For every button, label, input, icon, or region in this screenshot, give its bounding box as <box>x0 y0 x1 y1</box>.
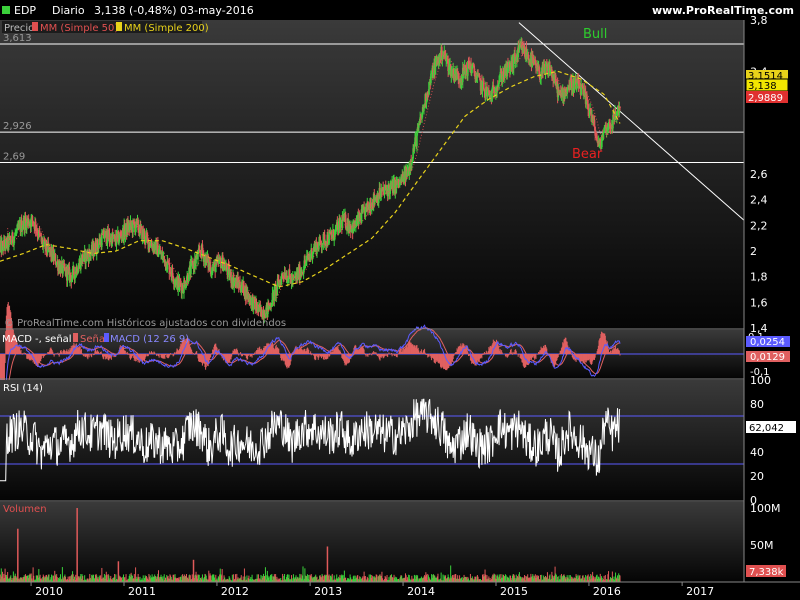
x-tick-label: 2010 <box>35 585 63 598</box>
price-tick-label: 2,4 <box>750 194 768 207</box>
candle-body <box>482 80 485 90</box>
price-tick-label: 2,2 <box>750 219 768 232</box>
volume-tick-label: 100M <box>750 502 781 515</box>
price-panel <box>0 20 744 328</box>
bull-annotation: Bull <box>583 27 607 42</box>
candle-body <box>619 106 621 109</box>
legend-macd-swatch <box>104 333 109 342</box>
ma200-badge: 2,9889 <box>748 93 783 104</box>
rsi-tick-label: 40 <box>750 446 764 459</box>
candle-body <box>13 235 16 238</box>
legend-ma50-swatch <box>32 22 38 31</box>
price-legend: Precio MM (Simple 50) MM (Simple 200) <box>2 21 209 34</box>
x-tick-label: 2015 <box>500 585 528 598</box>
x-tick-label: 2013 <box>314 585 342 598</box>
candle-body <box>288 269 291 276</box>
candle-body <box>39 232 41 236</box>
signal-badge: 0,0129 <box>750 352 785 363</box>
candle-body <box>146 237 149 239</box>
candle-body <box>31 215 34 221</box>
x-tick-label: 2011 <box>128 585 156 598</box>
legend-price: Precio <box>4 23 34 34</box>
legend-macd-title: MACD <box>2 334 32 345</box>
chart-window: EDP Diario 3,138 (-0,48%) 03-may-2016 ww… <box>0 0 800 600</box>
legend-ma200: MM (Simple 200) <box>124 23 209 34</box>
price-tick-label: 1,6 <box>750 296 768 309</box>
bear-annotation: Bear <box>572 147 603 162</box>
macd-tick-bottom: -0,1 <box>750 367 770 378</box>
rsi-legend: RSI (14) <box>3 383 43 394</box>
price-badge: 3,138 <box>748 81 777 92</box>
volume-tick-label: 50M <box>750 539 774 552</box>
volume-panel <box>0 502 744 582</box>
volume-legend: Volumen <box>3 504 47 515</box>
price-tick-label: 3,8 <box>750 14 768 27</box>
candle-body <box>34 221 37 231</box>
price-tick-label: 2,6 <box>750 168 768 181</box>
price-chart[interactable]: 3,6132,9262,69 3,83,42,62,42,221,81,61,4… <box>0 0 800 600</box>
legend-ma50: MM (Simple 50) <box>40 23 118 34</box>
x-tick-label: 2017 <box>686 585 714 598</box>
price-tick-label: 1,8 <box>750 271 768 284</box>
legend-signal-swatch <box>73 333 78 342</box>
candle-body <box>602 132 605 138</box>
macd-legend: MACD -, señal Señal MACD (12 26 9) <box>2 333 189 345</box>
legend-ma200-swatch <box>116 22 122 31</box>
rsi-tick-label: 80 <box>750 398 764 411</box>
price-badges: 3,1514 3,138 2,9889 <box>745 70 789 104</box>
legend-macd: MACD (12 26 9) <box>110 334 189 345</box>
candle-body <box>103 237 106 239</box>
macd-axis: 0,1 0,0254 0,0129 -0,1 <box>746 332 790 378</box>
candle-body <box>430 73 432 84</box>
support-line-label: 3,613 <box>3 33 32 44</box>
macd-badge: 0,0254 <box>750 337 785 348</box>
rsi-badge: 62,042 <box>749 423 784 434</box>
x-tick-label: 2012 <box>221 585 249 598</box>
candle-body <box>558 89 560 91</box>
rsi-tick-label: 20 <box>750 470 764 483</box>
volume-badge: 7,338k <box>749 567 784 578</box>
legend-macd-sep: -, señal <box>35 334 72 345</box>
support-line-label: 2,926 <box>3 121 32 132</box>
x-tick-label: 2014 <box>407 585 435 598</box>
support-line-label: 2,69 <box>3 151 25 162</box>
legend-signal: Señal <box>80 334 108 345</box>
candle-body <box>163 256 166 260</box>
candle-body <box>101 234 103 247</box>
price-tick-label: 2 <box>750 245 757 258</box>
x-tick-label: 2016 <box>593 585 621 598</box>
candle-body <box>240 288 243 293</box>
candle-body <box>593 119 596 128</box>
candle-body <box>411 162 413 165</box>
copyright-text: © ProRealTime.com Históricos ajustados c… <box>4 317 286 329</box>
candle-body <box>321 245 323 248</box>
